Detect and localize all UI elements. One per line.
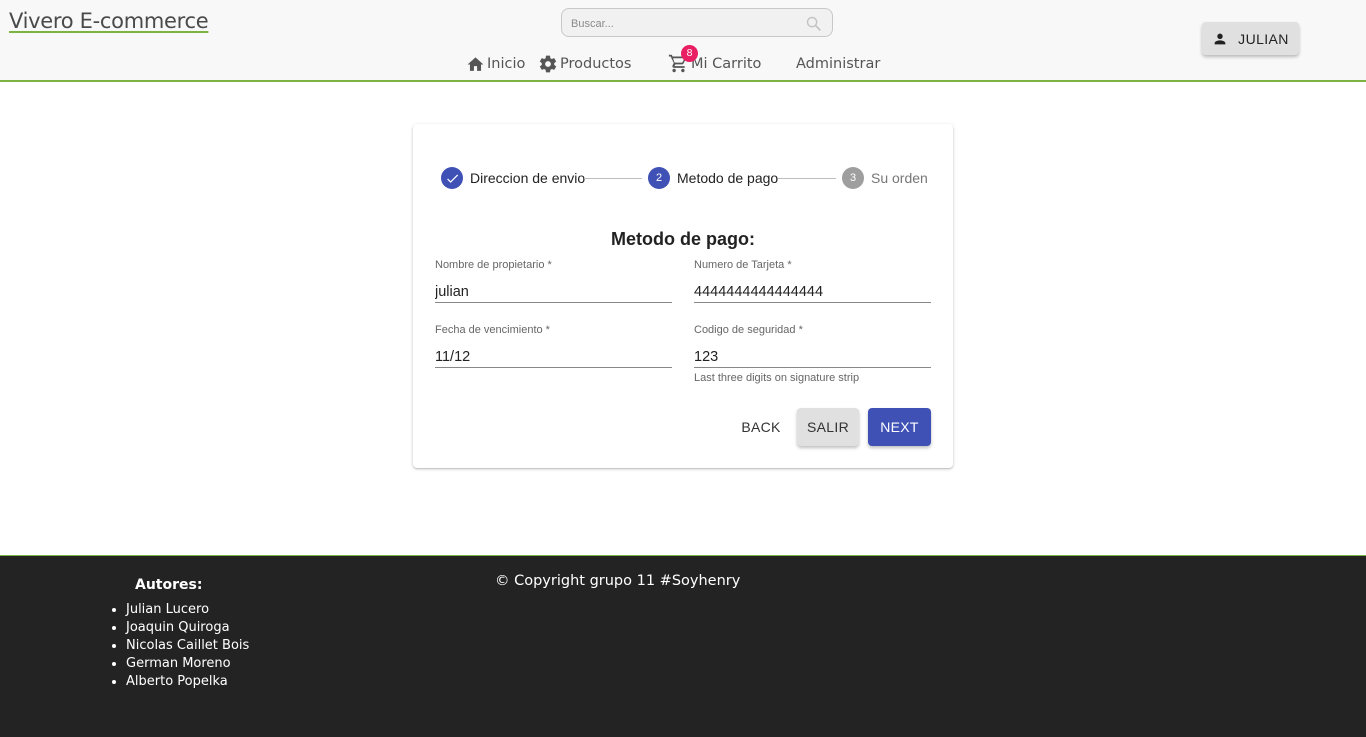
owner-name-label: Nombre de propietario * [435, 259, 552, 271]
step-label: Metodo de pago [677, 170, 779, 186]
copyright-text: © Copyright grupo 11 #Soyhenry [495, 573, 741, 589]
author-item: Alberto Popelka [126, 673, 249, 691]
owner-name-input[interactable] [435, 281, 672, 303]
security-code-field: Codigo de seguridad * [694, 324, 931, 368]
brand-logo-link[interactable]: Vivero E-commerce [9, 9, 209, 33]
nav-inicio-label: Inicio [487, 56, 526, 72]
user-name-label: JULIAN [1238, 30, 1289, 47]
next-button[interactable]: NEXT [868, 408, 931, 446]
authors-list: Julian Lucero Joaquin Quiroga Nicolas Ca… [126, 601, 249, 691]
card-number-field: Numero de Tarjeta * [694, 259, 931, 303]
step-label: Su orden [871, 170, 928, 186]
cart-count-badge: 8 [681, 45, 698, 62]
security-code-label: Codigo de seguridad * [694, 324, 803, 336]
authors-title: Autores: [135, 577, 203, 593]
step-number: 3 [842, 167, 864, 189]
home-icon [467, 56, 484, 71]
checkout-card: Direccion de envio 2 Metodo de pago 3 Su… [413, 124, 953, 468]
gear-icon [539, 55, 557, 73]
nav-carrito-label: Mi Carrito [691, 56, 762, 72]
site-footer: Autores: Julian Lucero Joaquin Quiroga N… [0, 555, 1366, 737]
check-icon [446, 174, 458, 183]
nav-productos[interactable]: Productos [538, 52, 631, 76]
back-button[interactable]: BACK [733, 408, 789, 446]
person-icon [1214, 33, 1226, 44]
author-item: Joaquin Quiroga [126, 619, 249, 637]
step-completed-indicator [441, 167, 463, 189]
author-item: German Moreno [126, 655, 249, 673]
cart-icon-wrapper: 8 [668, 45, 698, 75]
author-item: Nicolas Caillet Bois [126, 637, 249, 655]
author-item: Julian Lucero [126, 601, 249, 619]
nav-productos-label: Productos [560, 56, 632, 72]
nav-administrar[interactable]: Administrar [796, 52, 880, 76]
step-direccion: Direccion de envio [441, 167, 585, 189]
card-number-label: Numero de Tarjeta * [694, 259, 792, 271]
step-connector [584, 178, 642, 179]
step-connector [778, 178, 836, 179]
search-box[interactable] [561, 8, 833, 37]
security-code-helper: Last three digits on signature strip [694, 372, 860, 384]
user-menu-button[interactable]: JULIAN [1202, 22, 1299, 55]
nav-carrito[interactable]: 8 Mi Carrito [668, 45, 762, 76]
owner-name-field: Nombre de propietario * [435, 259, 672, 303]
form-title: Metodo de pago: [611, 229, 755, 249]
step-su-orden: 3 Su orden [842, 167, 928, 189]
step-label: Direccion de envio [470, 170, 586, 186]
expiry-date-label: Fecha de vencimiento * [435, 324, 550, 336]
security-code-input[interactable] [694, 346, 931, 368]
step-metodo-pago: 2 Metodo de pago [648, 167, 778, 189]
search-input[interactable] [571, 15, 801, 32]
step-number: 2 [648, 167, 670, 189]
nav-inicio[interactable]: Inicio [466, 52, 525, 76]
expiry-date-field: Fecha de vencimiento * [435, 324, 672, 368]
nav-administrar-label: Administrar [796, 56, 881, 72]
exit-button[interactable]: SALIR [797, 408, 859, 446]
site-header: Vivero E-commerce Inicio Productos 8 Mi … [0, 0, 1366, 82]
search-icon[interactable] [805, 15, 822, 32]
card-number-input[interactable] [694, 281, 931, 303]
expiry-date-input[interactable] [435, 346, 672, 368]
